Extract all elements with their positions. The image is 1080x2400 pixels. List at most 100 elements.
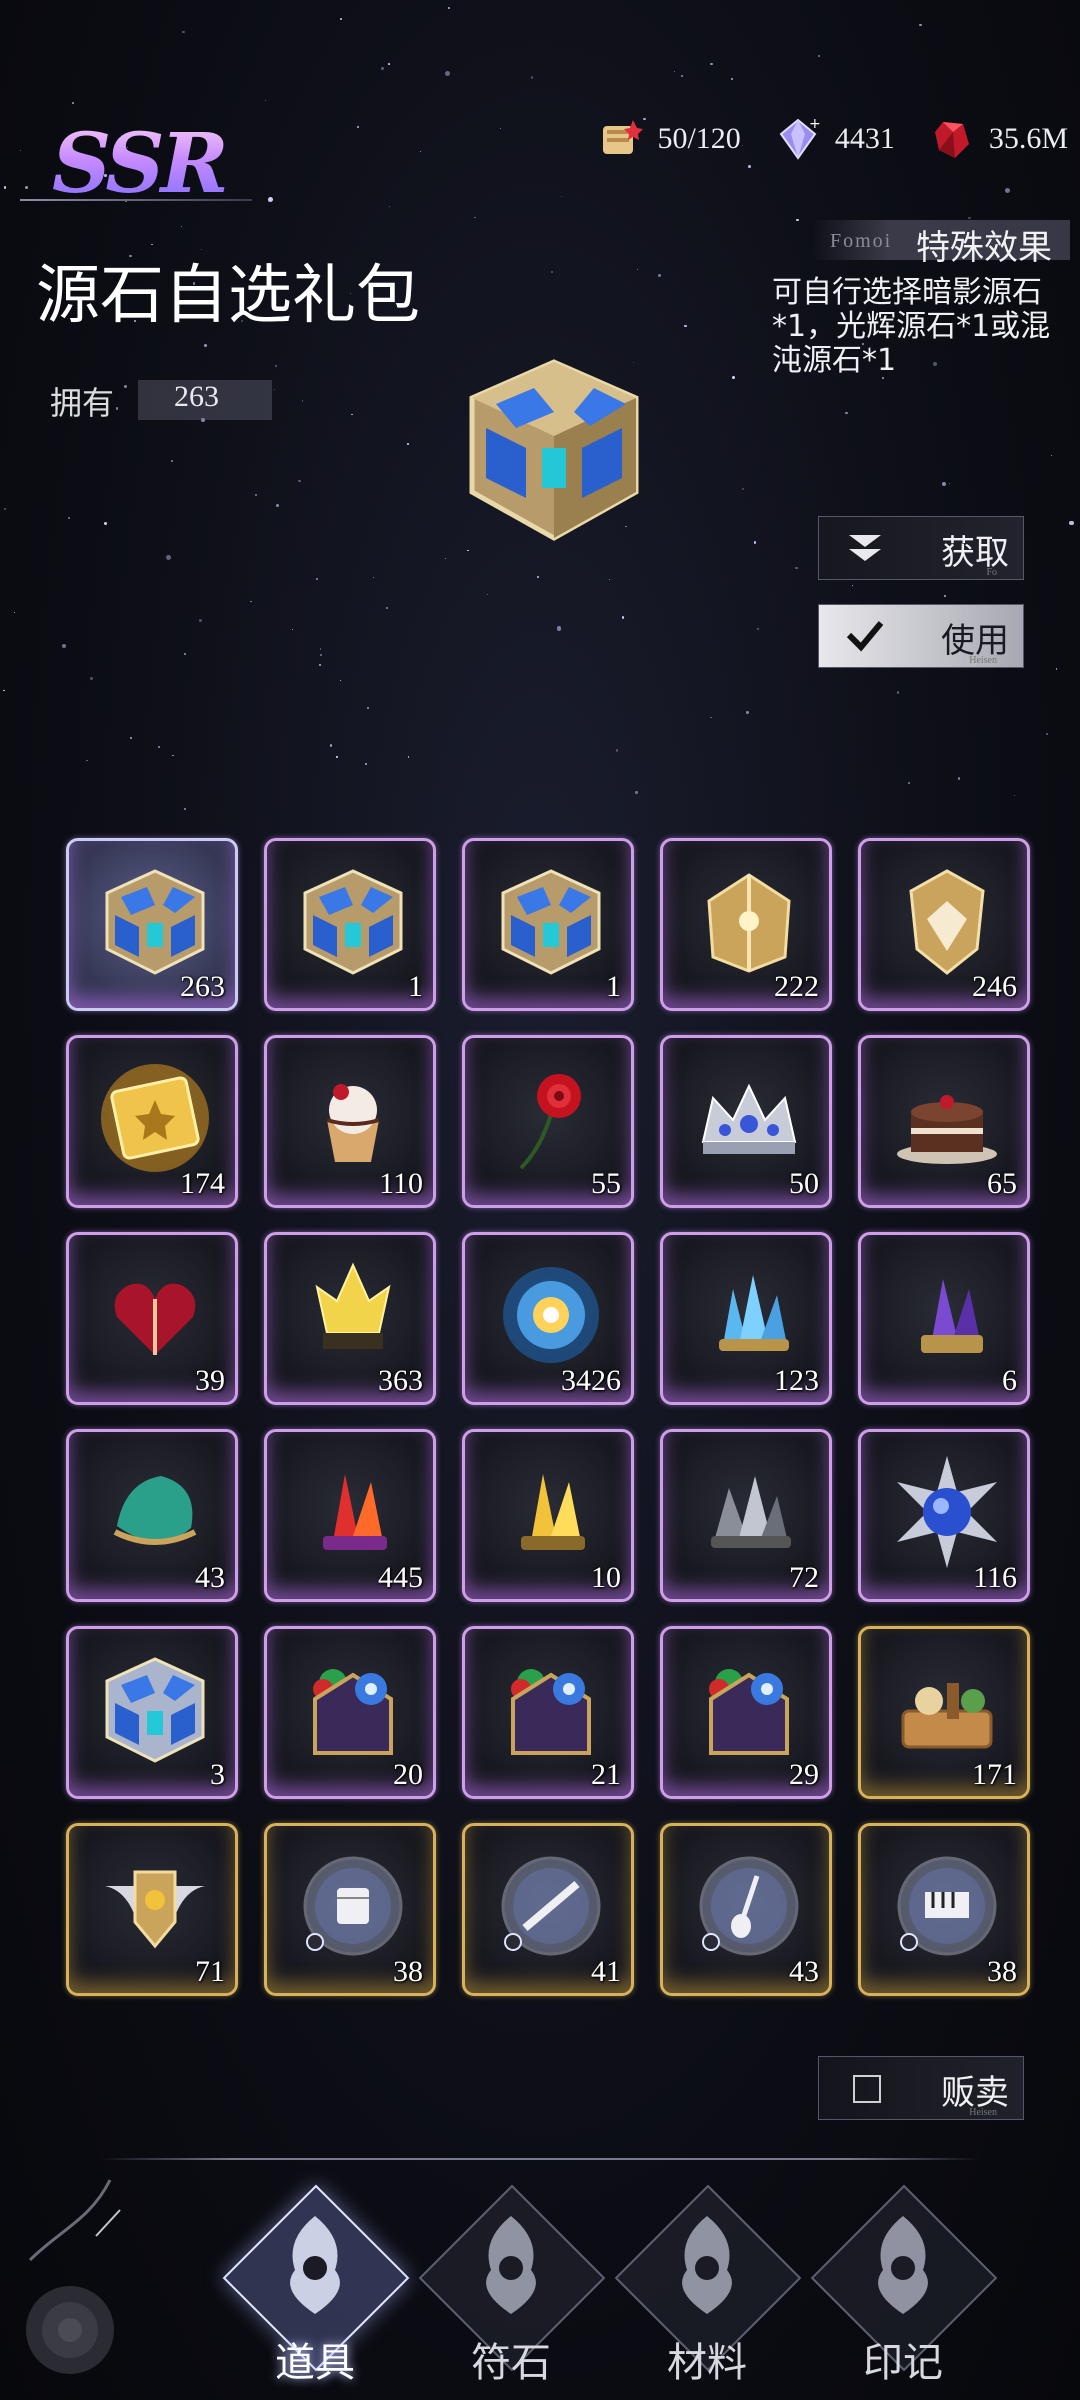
tab-1[interactable]: 符石 [416, 2184, 606, 2400]
food-basket-icon [887, 1649, 1007, 1769]
checkmark-icon [847, 621, 883, 652]
inventory-slot[interactable]: 39 [66, 1232, 238, 1405]
star-dot [537, 576, 540, 579]
blue-chest-icon [293, 861, 413, 981]
star-dot [372, 577, 375, 579]
inventory-slot[interactable]: 174 [66, 1035, 238, 1208]
star-dot [680, 75, 683, 77]
star-dot [86, 759, 88, 762]
inventory-slot[interactable]: 55 [462, 1035, 634, 1208]
silver-chest-icon [95, 1649, 215, 1769]
star-dot [339, 679, 342, 682]
star-dot [817, 54, 820, 57]
item-count: 3 [210, 1758, 225, 1791]
inventory-slot[interactable]: 363 [264, 1232, 436, 1405]
inventory-slot[interactable]: 110 [264, 1035, 436, 1208]
star-dot [753, 541, 756, 544]
inventory-slot[interactable]: 116 [858, 1429, 1030, 1602]
inventory-slot[interactable]: 3 [66, 1626, 238, 1799]
star-dot [710, 716, 712, 719]
tab-label: 道具 [275, 2340, 355, 2386]
get-button[interactable]: 获取 Fo [818, 516, 1024, 580]
item-count: 38 [987, 1955, 1017, 1988]
inventory-slot[interactable]: 222 [660, 838, 832, 1011]
star-dot [795, 566, 798, 570]
star-dot [336, 756, 338, 758]
bottom-divider [100, 2158, 980, 2160]
star-dot [301, 400, 304, 402]
tab-3[interactable]: 印记 [808, 2184, 998, 2400]
item-count: 21 [591, 1758, 621, 1791]
sell-toggle[interactable]: 贩卖 Heisen [818, 2056, 1024, 2120]
red-gem-icon [929, 116, 975, 162]
star-dot [944, 594, 947, 597]
inventory-slot[interactable]: 38 [858, 1823, 1030, 1996]
inventory-slot[interactable]: 29 [660, 1626, 832, 1799]
glowing-orb-icon [491, 1255, 611, 1375]
star-dot [67, 516, 71, 520]
star-dot [1045, 732, 1049, 736]
item-count: 116 [973, 1561, 1017, 1594]
star-dot [1069, 520, 1074, 526]
tab-0[interactable]: 道具 [220, 2184, 410, 2400]
get-button-label: 获取 [941, 533, 1009, 573]
item-count: 43 [195, 1561, 225, 1594]
mark-tab-icon [853, 2210, 953, 2320]
inventory-slot[interactable]: 71 [66, 1823, 238, 1996]
inventory-slot[interactable]: 38 [264, 1823, 436, 1996]
inventory-slot[interactable]: 50 [660, 1035, 832, 1208]
inventory-slot[interactable]: 445 [264, 1429, 436, 1602]
inventory-slot[interactable]: 65 [858, 1035, 1030, 1208]
inventory-slot[interactable]: 246 [858, 838, 1030, 1011]
crystal-plus-icon: + [775, 116, 821, 162]
star-dot [180, 225, 183, 228]
inventory-slot[interactable]: 1 [264, 838, 436, 1011]
star-dot [319, 664, 322, 667]
sell-checkbox[interactable] [853, 2075, 881, 2103]
inventory-slot[interactable]: 43 [66, 1429, 238, 1602]
item-count: 65 [987, 1167, 1017, 1200]
crystal-resource[interactable]: + 4431 [775, 116, 895, 162]
chocolate-cake-icon [887, 1058, 1007, 1178]
star-dot [340, 17, 343, 20]
inventory-slot[interactable]: 123 [660, 1232, 832, 1405]
drum-orb-icon [293, 1846, 413, 1966]
star-dot [748, 165, 752, 168]
inventory-slot[interactable]: 72 [660, 1429, 832, 1602]
stamina-resource[interactable]: 50/120 [597, 116, 741, 162]
tab-label: 印记 [863, 2340, 943, 2386]
inventory-slot[interactable]: 1 [462, 838, 634, 1011]
material-tab-icon [657, 2210, 757, 2320]
star-dot [389, 205, 391, 207]
inventory-slot[interactable]: 171 [858, 1626, 1030, 1799]
inventory-slot[interactable]: 6 [858, 1232, 1030, 1405]
tab-2[interactable]: 材料 [612, 2184, 802, 2400]
inventory-slot[interactable]: 20 [264, 1626, 436, 1799]
inventory-slot[interactable]: 3426 [462, 1232, 634, 1405]
star-dot [530, 76, 533, 79]
gem-value: 35.6M [988, 122, 1068, 155]
star-dot [907, 782, 910, 785]
bottom-tabs: 道具 符石 材料 印记 [220, 2184, 1000, 2400]
star-dot [561, 195, 563, 197]
star-dot [897, 691, 900, 694]
item-count: 6 [1002, 1364, 1017, 1397]
inventory-slot[interactable]: 10 [462, 1429, 634, 1602]
star-dot [550, 271, 553, 273]
star-dot [356, 125, 359, 129]
inventory-slot[interactable]: 21 [462, 1626, 634, 1799]
item-count: 38 [393, 1955, 423, 1988]
star-dot [158, 746, 161, 749]
item-count: 1 [408, 970, 423, 1003]
item-count: 246 [972, 970, 1017, 1003]
inventory-slot[interactable]: 263 [66, 838, 238, 1011]
inventory-slot[interactable]: 41 [462, 1823, 634, 1996]
shrine-box-icon [689, 1649, 809, 1769]
item-count: 50 [789, 1167, 819, 1200]
gold-ticket-icon [95, 1058, 215, 1178]
use-button[interactable]: 使用 Heisen [818, 604, 1024, 668]
red-rose-icon [491, 1058, 611, 1178]
use-button-sub: Heisen [969, 655, 997, 666]
inventory-slot[interactable]: 43 [660, 1823, 832, 1996]
gem-resource[interactable]: 35.6M [929, 116, 1068, 162]
